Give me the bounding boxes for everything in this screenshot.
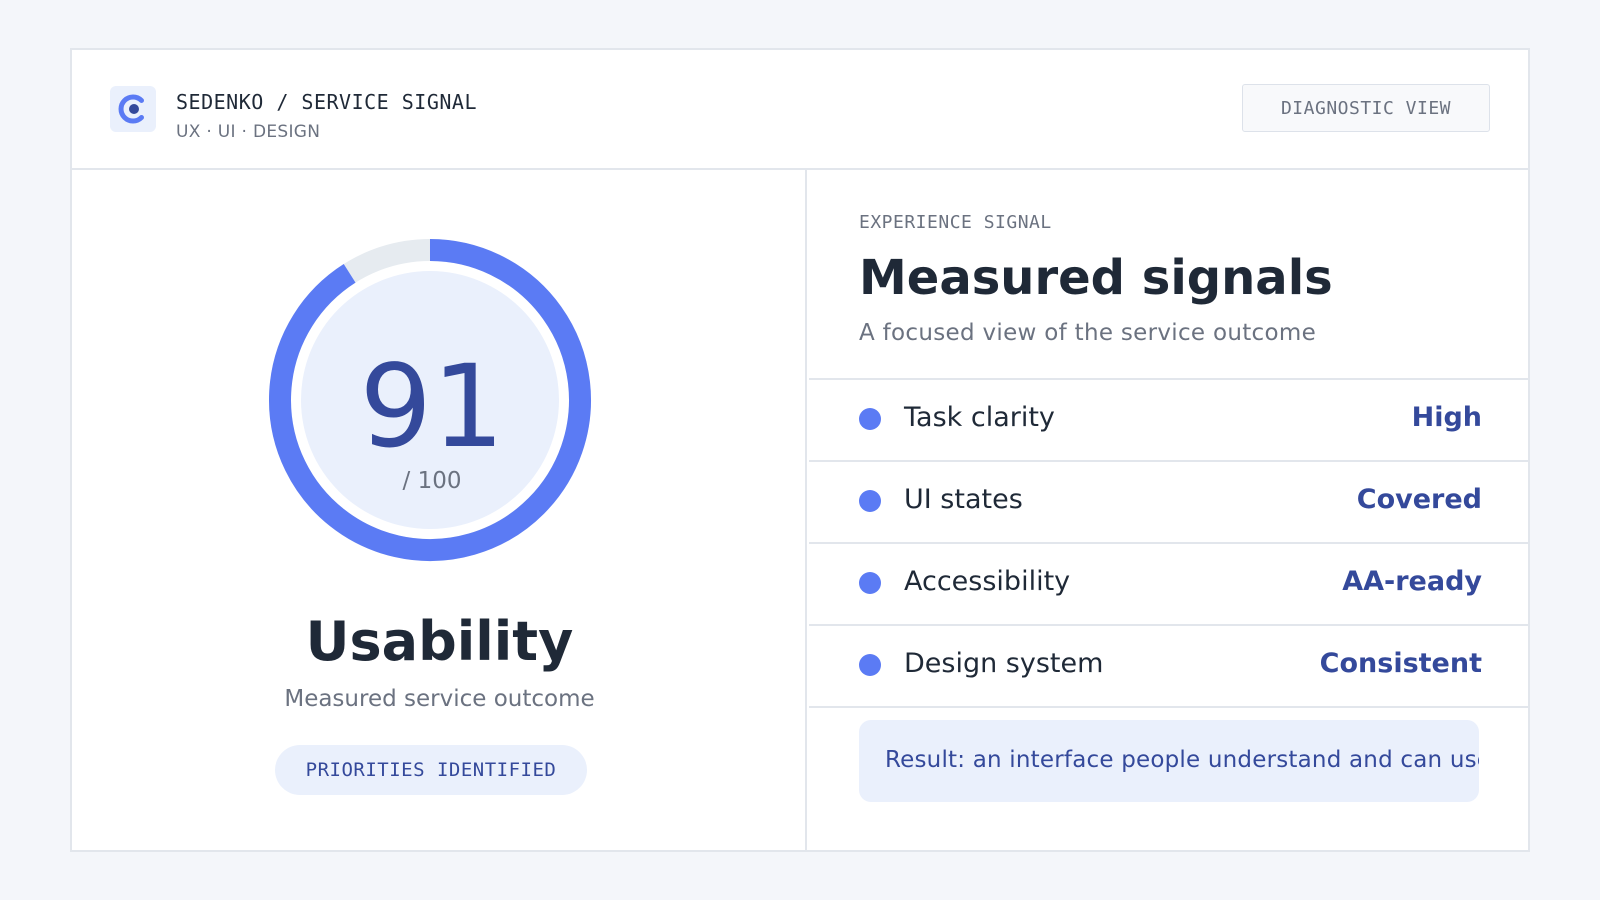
score-max: / 100 — [402, 468, 462, 494]
signal-row: UI states Covered — [809, 462, 1528, 544]
signal-row: Design system Consistent — [809, 626, 1528, 708]
status-dot-icon — [859, 490, 881, 512]
signal-value: Covered — [1356, 484, 1482, 515]
result-text: Result: an interface people understand a… — [885, 747, 1479, 773]
signal-label: Design system — [904, 648, 1104, 679]
brand-subtitle: UX · UI · DESIGN — [176, 122, 321, 142]
card-header: SEDENKO / SERVICE SIGNAL UX · UI · DESIG… — [72, 50, 1528, 170]
signal-row: Task clarity High — [809, 380, 1528, 462]
status-dot-icon — [859, 408, 881, 430]
metric-name: Usability — [305, 610, 574, 673]
metric-description: Measured service outcome — [284, 686, 595, 712]
status-pill: PRIORITIES IDENTIFIED — [275, 745, 587, 795]
signals-panel: EXPERIENCE SIGNAL Measured signals A foc… — [809, 170, 1528, 850]
section-eyebrow: EXPERIENCE SIGNAL — [859, 212, 1052, 233]
signal-card: SEDENKO / SERVICE SIGNAL UX · UI · DESIG… — [70, 48, 1530, 852]
signal-label: UI states — [904, 484, 1023, 515]
section-subtitle: A focused view of the service outcome — [859, 320, 1317, 346]
result-callout: Result: an interface people understand a… — [859, 720, 1479, 802]
signal-row: Accessibility AA-ready — [809, 544, 1528, 626]
score-panel: 91 / 100 Usability Measured service outc… — [72, 170, 807, 850]
signal-label: Accessibility — [904, 566, 1071, 597]
signal-label: Task clarity — [904, 402, 1055, 433]
signal-value: Consistent — [1319, 648, 1482, 679]
signal-list: Task clarity High UI states Covered Acce… — [809, 378, 1528, 708]
status-dot-icon — [859, 654, 881, 676]
status-dot-icon — [859, 572, 881, 594]
section-title: Measured signals — [859, 250, 1333, 306]
brand-title: SEDENKO / SERVICE SIGNAL — [176, 90, 477, 114]
signal-value: AA-ready — [1342, 566, 1482, 597]
score-value: 91 — [359, 340, 505, 473]
diagnostic-view-button[interactable]: DIAGNOSTIC VIEW — [1242, 84, 1490, 132]
c-logo-icon — [110, 86, 156, 132]
signal-value: High — [1411, 402, 1482, 433]
